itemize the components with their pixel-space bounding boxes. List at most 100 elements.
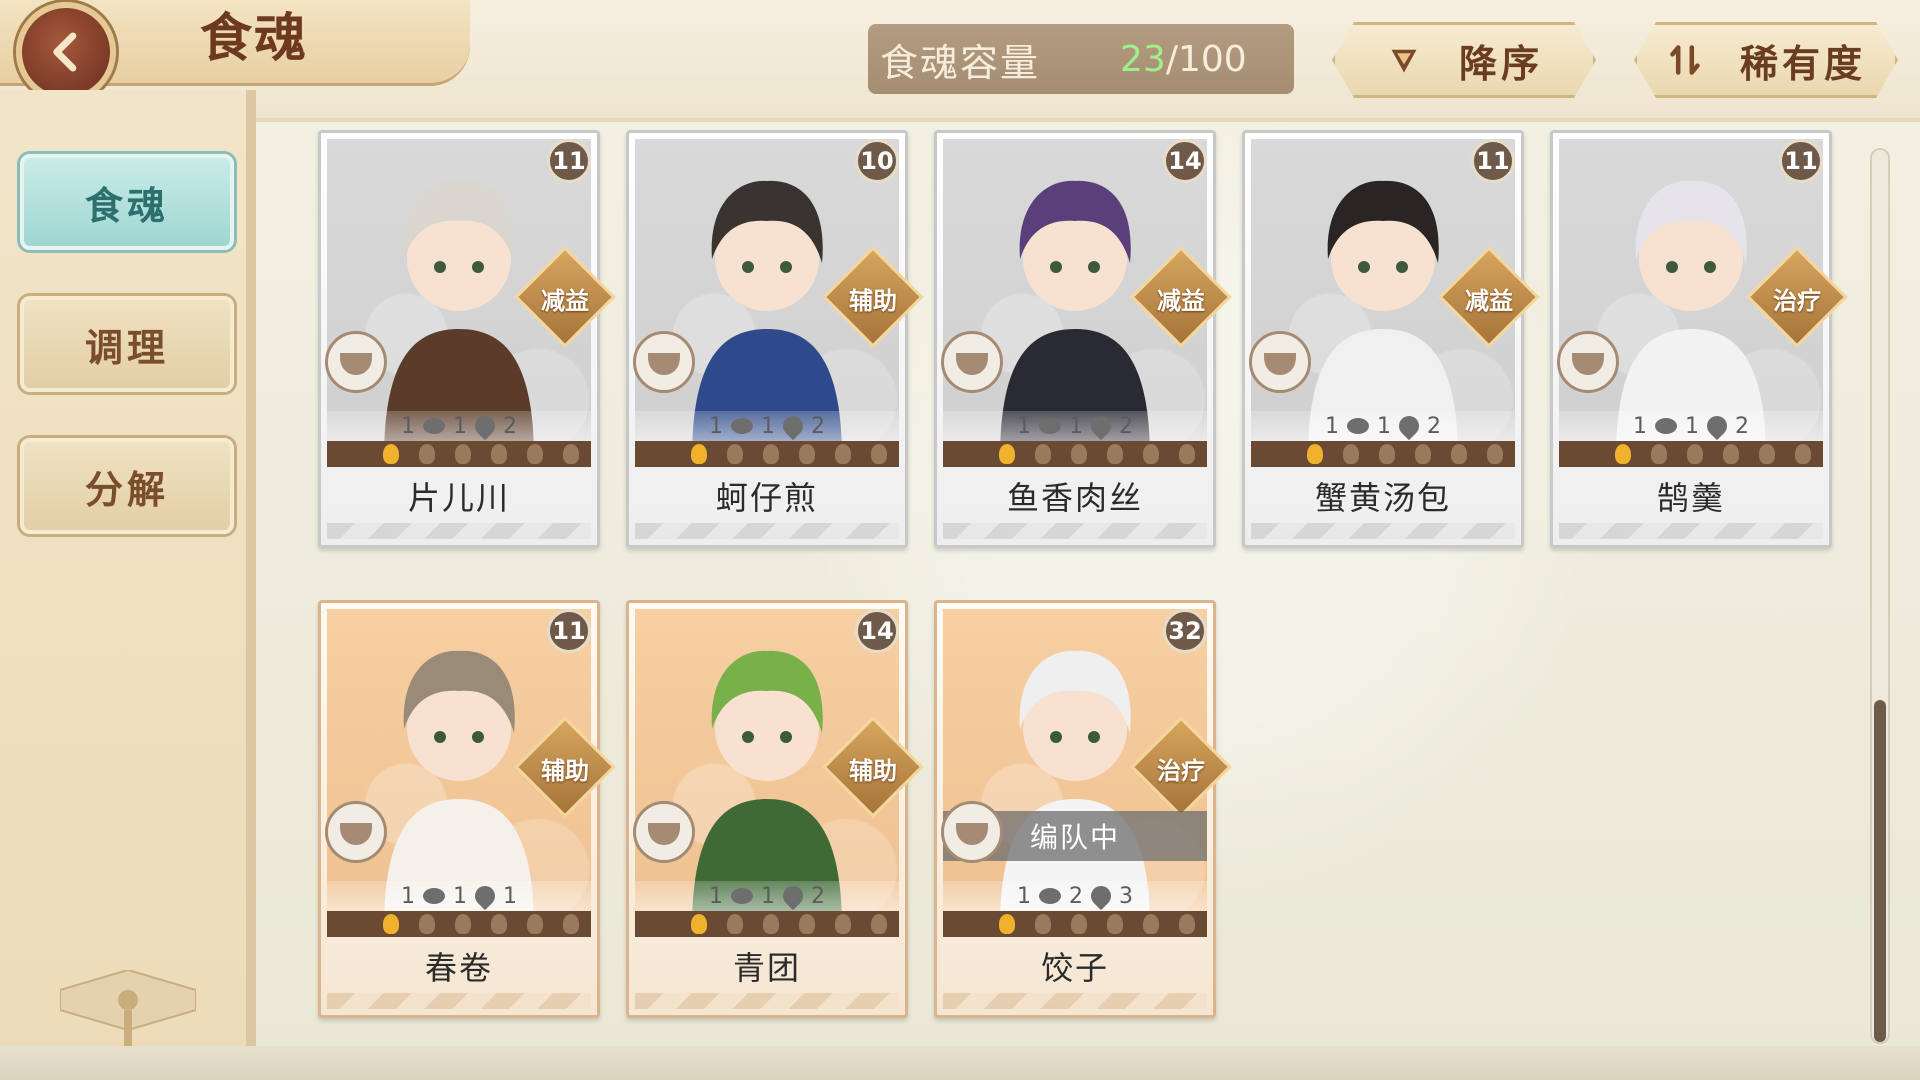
bowl-icon — [1557, 331, 1619, 393]
stat-value-b: 1 — [761, 413, 775, 439]
drop-icon — [778, 881, 808, 911]
sort-key-label: 稀有度 — [1739, 41, 1866, 86]
capacity-label: 食魂容量 — [880, 40, 1041, 85]
flame-icon — [455, 914, 471, 934]
flame-icon — [1795, 444, 1811, 464]
flame-icon — [1723, 444, 1739, 464]
flame-icon — [871, 914, 887, 934]
stats-bar: 1 1 2 — [1559, 411, 1823, 441]
card-footer-pattern — [943, 993, 1207, 1009]
drop-icon — [1394, 411, 1424, 441]
sort-key-button[interactable]: 稀有度 — [1634, 22, 1898, 98]
level-badge: 14 — [1163, 139, 1207, 183]
capacity-indicator: 食魂容量 23/100 — [868, 24, 1294, 94]
flame-icon — [1759, 444, 1775, 464]
food-soul-name: 片儿川 — [407, 479, 510, 517]
level-badge: 14 — [855, 609, 899, 653]
flame-icon — [871, 444, 887, 464]
role-label: 辅助 — [849, 757, 897, 785]
role-label: 减益 — [1465, 287, 1513, 315]
food-soul-card[interactable]: 32 治疗 编队中 1 2 3 饺子 — [934, 600, 1232, 1018]
drop-icon — [778, 411, 808, 441]
drop-icon — [1086, 881, 1116, 911]
tab-food-souls[interactable]: 食魂 — [20, 154, 234, 250]
stat-value-b: 1 — [761, 883, 775, 909]
scrollbar-thumb[interactable] — [1874, 700, 1886, 1042]
food-soul-card[interactable]: 10 辅助 1 1 2 蚵仔煎 — [626, 130, 924, 548]
flame-bar — [635, 441, 899, 467]
bowl-icon — [633, 801, 695, 863]
stat-value-c: 2 — [503, 413, 517, 439]
flame-icon — [1487, 444, 1503, 464]
flame-icon — [491, 914, 507, 934]
bowl-icon — [1249, 331, 1311, 393]
role-label: 辅助 — [849, 287, 897, 315]
food-soul-card[interactable]: 11 减益 1 1 2 片儿川 — [318, 130, 616, 548]
flame-icon — [835, 914, 851, 934]
bottom-strip — [0, 1046, 1920, 1080]
flame-icon — [727, 444, 743, 464]
flame-icon — [527, 444, 543, 464]
card-footer-pattern — [635, 993, 899, 1009]
card-footer-pattern — [635, 523, 899, 539]
stats-bar: 1 1 2 — [635, 411, 899, 441]
flame-icon — [1651, 444, 1667, 464]
capacity-total: /100 — [1165, 38, 1247, 80]
flame-icon — [1307, 444, 1323, 464]
tab-cultivate[interactable]: 调理 — [20, 296, 234, 392]
stat-value-a: 1 — [709, 883, 723, 909]
flame-icon — [419, 444, 435, 464]
card-footer-pattern — [1559, 523, 1823, 539]
stat-value-b: 1 — [1069, 413, 1083, 439]
tab-disassemble[interactable]: 分解 — [20, 438, 234, 534]
level-badge: 11 — [1779, 139, 1823, 183]
stat-value-a: 1 — [1017, 413, 1031, 439]
food-soul-name: 春卷 — [424, 949, 493, 987]
food-soul-name: 蟹黄汤包 — [1314, 479, 1451, 517]
bowl-icon — [941, 331, 1003, 393]
flame-icon — [1415, 444, 1431, 464]
food-soul-card[interactable]: 14 辅助 1 1 2 青团 — [626, 600, 924, 1018]
flame-bar — [635, 911, 899, 937]
food-soul-card[interactable]: 11 减益 1 1 2 蟹黄汤包 — [1242, 130, 1540, 548]
flame-bar — [327, 911, 591, 937]
food-soul-card[interactable]: 11 辅助 1 1 1 春卷 — [318, 600, 616, 1018]
food-soul-card[interactable]: 14 减益 1 1 2 鱼香肉丝 — [934, 130, 1232, 548]
flame-icon — [1687, 444, 1703, 464]
flame-icon — [691, 914, 707, 934]
triangle-down-icon — [1385, 41, 1423, 79]
stone-icon — [1039, 888, 1061, 904]
stats-bar: 1 1 2 — [635, 881, 899, 911]
flame-bar — [1559, 441, 1823, 467]
stat-value-c: 2 — [1735, 413, 1749, 439]
stats-bar: 1 1 2 — [1251, 411, 1515, 441]
stat-value-a: 1 — [1017, 883, 1031, 909]
food-soul-name: 饺子 — [1040, 949, 1109, 987]
stat-value-b: 1 — [1377, 413, 1391, 439]
flame-icon — [563, 444, 579, 464]
back-button[interactable] — [16, 2, 116, 102]
stats-bar: 1 1 2 — [327, 411, 591, 441]
food-soul-card[interactable]: 11 治疗 1 1 2 鹄羹 — [1550, 130, 1848, 548]
flame-icon — [1343, 444, 1359, 464]
flame-icon — [799, 914, 815, 934]
bowl-icon — [633, 331, 695, 393]
stats-bar: 1 2 3 — [943, 881, 1207, 911]
flame-icon — [1035, 914, 1051, 934]
role-label: 治疗 — [1773, 287, 1821, 315]
role-label: 减益 — [541, 287, 589, 315]
bowl-icon — [941, 801, 1003, 863]
sort-order-label: 降序 — [1458, 41, 1543, 86]
flame-icon — [1143, 444, 1159, 464]
flame-icon — [1379, 444, 1395, 464]
sort-order-button[interactable]: 降序 — [1332, 22, 1596, 98]
flame-icon — [1107, 444, 1123, 464]
stone-icon — [1655, 418, 1677, 434]
flame-icon — [563, 914, 579, 934]
level-badge: 32 — [1163, 609, 1207, 653]
flame-icon — [1179, 914, 1195, 934]
flame-icon — [1143, 914, 1159, 934]
stone-icon — [731, 888, 753, 904]
scrollbar[interactable] — [1870, 148, 1890, 1044]
flame-icon — [383, 914, 399, 934]
